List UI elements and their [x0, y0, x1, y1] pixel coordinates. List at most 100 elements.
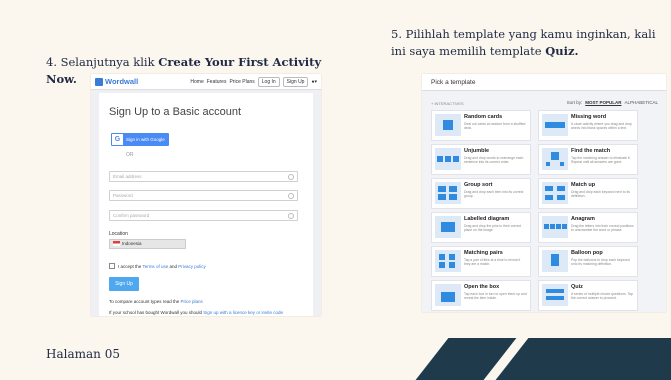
template-name: Quiz [571, 284, 583, 290]
sort-label: Sort by: [566, 100, 583, 105]
step-4-prefix: 4. Selanjutnya klik [46, 55, 159, 69]
location-value: Indonesia [122, 241, 142, 246]
thumbnail-shape [437, 156, 443, 162]
globe-icon[interactable]: ●▾ [311, 79, 317, 85]
sort-controls: Sort by: MOST POPULAR ALPHABETICAL [567, 100, 658, 105]
wordwall-logo[interactable]: Wordwall [95, 77, 138, 86]
compare-prefix: To compare account types read the [109, 299, 181, 304]
template-thumbnail-icon [435, 114, 461, 136]
login-button[interactable]: Log In [257, 76, 280, 87]
template-info: Group sort Drag and drop each item into i… [464, 182, 527, 199]
thumbnail-shape [449, 186, 457, 192]
thumbnail-shape [443, 120, 453, 130]
template-card[interactable]: Labelled diagram Drag and drop the pins t… [431, 212, 531, 243]
thumbnail-shape [546, 289, 564, 293]
template-card[interactable]: Match up Drag and drop each keyword next … [538, 178, 638, 209]
step-5-prefix: 5. Pilihlah template yang kamu inginkan,… [391, 27, 656, 58]
google-signin-button[interactable]: G Sign in with Google [111, 133, 169, 146]
thumbnail-shape [557, 186, 565, 191]
picker-title: Pick a template [431, 79, 476, 86]
nav-links: Home Features Price Plans Log In Sign Up… [190, 76, 317, 87]
thumbnail-shape [439, 262, 445, 268]
thumbnail-shape [557, 195, 565, 200]
thumbnail-shape [562, 224, 567, 229]
thumbnail-shape [546, 296, 564, 300]
template-name: Matching pairs [464, 250, 503, 256]
field-status-icon [288, 174, 294, 180]
signup-button[interactable]: Sign Up [109, 277, 139, 291]
terms-link[interactable]: Terms of use [142, 264, 168, 269]
template-thumbnail-icon [542, 250, 568, 272]
confirm-password-field[interactable]: Confirm password [109, 210, 298, 221]
nav-link-features[interactable]: Features [207, 79, 227, 85]
template-thumbnail-icon [435, 216, 461, 238]
school-text: If your school has bought Wordwall you s… [109, 310, 283, 315]
template-card[interactable]: Balloon pop Pop the balloons to drop each… [538, 246, 638, 277]
template-description: Drag and drop words to rearrange each se… [464, 156, 524, 165]
template-picker-screenshot: Pick a template + INTERACTIVES Sort by: … [422, 74, 666, 312]
template-card[interactable]: Missing word A cloze activity where you d… [538, 110, 638, 141]
location-label: Location [109, 231, 128, 237]
email-placeholder: Email address [113, 174, 142, 179]
template-description: Pop the balloons to drop each keyword on… [571, 258, 630, 267]
template-thumbnail-icon [542, 182, 568, 204]
confirm-placeholder: Confirm password [113, 213, 150, 218]
thumbnail-shape [545, 195, 553, 200]
nav-link-home[interactable]: Home [190, 79, 203, 85]
template-card[interactable]: Random cards Deal out cards at random fro… [431, 110, 531, 141]
signup-card: Sign Up to a Basic account G Sign in wit… [99, 93, 313, 316]
template-name: Group sort [464, 182, 493, 188]
template-name: Find the match [571, 148, 611, 154]
template-info: Labelled diagram Drag and drop the pins t… [464, 216, 527, 233]
terms-checkbox[interactable] [109, 263, 115, 269]
template-info: Match up Drag and drop each keyword next … [571, 182, 634, 199]
template-card[interactable]: Unjumble Drag and drop words to rearrange… [431, 144, 531, 175]
thumbnail-shape [556, 224, 561, 229]
price-plans-link[interactable]: Price plans [181, 299, 203, 304]
template-description: Tap the matching answer to eliminate it.… [571, 156, 631, 165]
licence-signup-link[interactable]: Sign up with a licence key or invite cod… [203, 310, 283, 315]
template-description: A cloze activity where you drag and drop… [571, 122, 632, 131]
terms-and: and [168, 263, 179, 269]
thumbnail-shape [439, 254, 445, 260]
template-info: Missing word A cloze activity where you d… [571, 114, 634, 131]
template-grid: Random cards Deal out cards at random fro… [431, 110, 663, 311]
compare-text: To compare account types read the Price … [109, 299, 203, 304]
template-info: Anagram Drag the letters into their corre… [571, 216, 634, 233]
template-card[interactable]: Quiz A series of multiple choice question… [538, 280, 638, 311]
template-card[interactable]: Open the box Tap each box in turn to open… [431, 280, 531, 311]
location-select[interactable]: Indonesia [109, 239, 186, 249]
password-field[interactable]: Password [109, 190, 298, 201]
password-placeholder: Password [113, 193, 133, 198]
template-card[interactable]: Matching pairs Tap a pair of tiles at a t… [431, 246, 531, 277]
thumbnail-shape [545, 122, 565, 128]
template-thumbnail-icon [435, 148, 461, 170]
nav-signup-button[interactable]: Sign Up [282, 76, 309, 87]
template-thumbnail-icon [542, 284, 568, 306]
privacy-link[interactable]: Privacy policy [178, 264, 206, 269]
step-5-instruction: 5. Pilihlah template yang kamu inginkan,… [391, 26, 663, 60]
sort-most-popular[interactable]: MOST POPULAR [585, 100, 621, 105]
email-field[interactable]: Email address [109, 171, 298, 182]
google-icon: G [112, 134, 123, 145]
interactives-filter[interactable]: + INTERACTIVES [431, 101, 464, 106]
nav-link-price-plans[interactable]: Price Plans [229, 79, 254, 85]
template-thumbnail-icon [542, 216, 568, 238]
thumbnail-shape [544, 224, 549, 229]
template-name: Random cards [464, 114, 503, 120]
template-card[interactable]: Group sort Drag and drop each item into i… [431, 178, 531, 209]
template-name: Labelled diagram [464, 216, 510, 222]
template-info: Quiz A series of multiple choice question… [571, 284, 634, 301]
template-card[interactable]: Find the match Tap the matching answer to… [538, 144, 638, 175]
thumbnail-shape [438, 186, 446, 192]
thumbnail-shape [551, 254, 559, 266]
sort-alphabetical[interactable]: ALPHABETICAL [624, 100, 658, 105]
template-info: Balloon pop Pop the balloons to drop each… [571, 250, 634, 267]
template-card[interactable]: Anagram Drag the letters into their corre… [538, 212, 638, 243]
picker-header: Pick a template [422, 74, 666, 91]
template-description: Deal out cards at random from a shuffled… [464, 122, 526, 131]
template-thumbnail-icon [542, 148, 568, 170]
thumbnail-shape [445, 156, 451, 162]
template-info: Open the box Tap each box in turn to open… [464, 284, 527, 301]
step-5-emphasis: Quiz. [545, 44, 579, 58]
